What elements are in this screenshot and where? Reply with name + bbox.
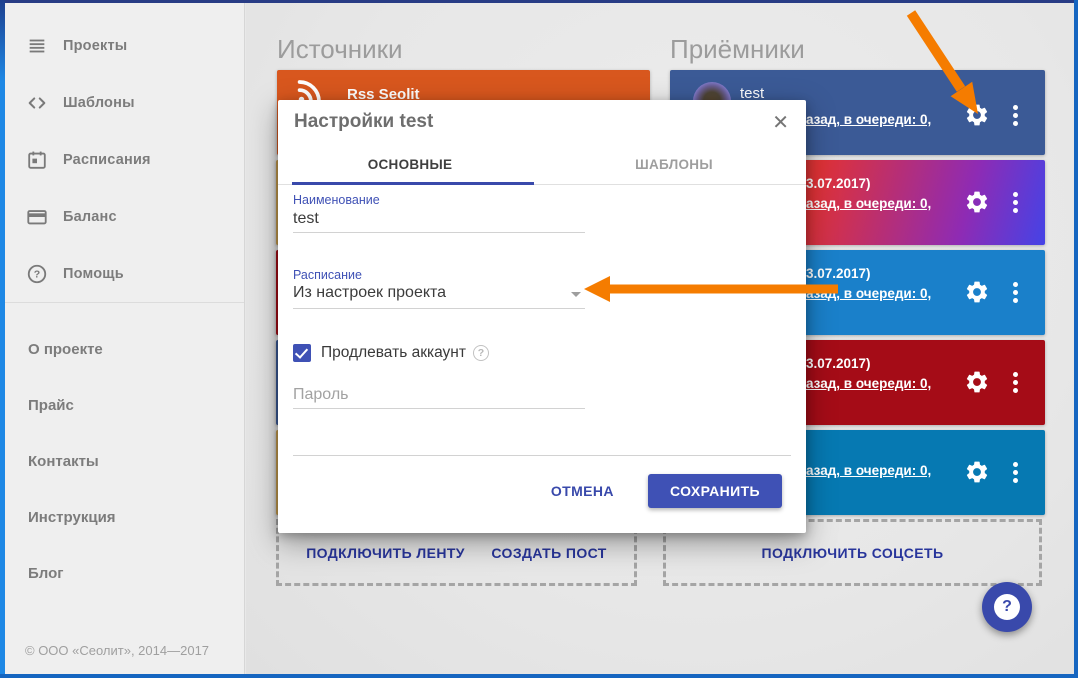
settings-gear-icon[interactable] — [964, 369, 990, 395]
schedule-select[interactable]: Из настроек проекта — [293, 284, 585, 309]
settings-gear-icon[interactable] — [964, 102, 990, 128]
receivers-column-title: Приёмники — [670, 34, 805, 65]
sidebar-item-label: Проекты — [63, 38, 127, 54]
sidebar-item-label: Расписания — [63, 152, 151, 168]
sidebar-item-projects[interactable]: Проекты — [5, 17, 244, 74]
help-fab-button[interactable]: ? — [982, 582, 1032, 632]
settings-dialog: Настройки test ✕ ОСНОВНЫЕ ШАБЛОНЫ Наимен… — [278, 100, 806, 533]
help-icon: ? — [26, 263, 48, 285]
sidebar-link-blog[interactable]: Блог — [5, 545, 244, 601]
settings-gear-icon[interactable] — [964, 189, 990, 215]
cancel-button[interactable]: ОТМЕНА — [547, 475, 618, 507]
dialog-actions: ОТМЕНА СОХРАНИТЬ — [278, 474, 806, 508]
question-mark-icon: ? — [994, 594, 1020, 620]
dialog-tabs: ОСНОВНЫЕ ШАБЛОНЫ — [278, 145, 806, 185]
queue-link[interactable]: азад, в очереди: 0, — [806, 376, 931, 391]
sidebar-link-about[interactable]: О проекте — [5, 321, 244, 377]
connect-social-button[interactable]: ПОДКЛЮЧИТЬ СОЦСЕТЬ — [754, 539, 952, 567]
password-field[interactable] — [293, 386, 585, 409]
queue-link[interactable]: азад, в очереди: 0, — [806, 286, 931, 301]
tab-main[interactable]: ОСНОВНЫЕ — [278, 145, 542, 184]
save-button[interactable]: СОХРАНИТЬ — [648, 474, 782, 508]
more-menu-icon[interactable] — [1009, 462, 1023, 486]
sidebar-link-pricing[interactable]: Прайс — [5, 377, 244, 433]
renew-account-checkbox[interactable] — [293, 344, 311, 362]
window-border-left — [0, 0, 5, 678]
card-icon — [26, 206, 48, 228]
queue-link[interactable]: азад, в очереди: 0, — [806, 112, 931, 127]
more-menu-icon[interactable] — [1009, 105, 1023, 129]
sidebar-links: О проекте Прайс Контакты Инструкция Блог — [5, 303, 244, 601]
sidebar-item-templates[interactable]: Шаблоны — [5, 74, 244, 131]
paid-until-text: 3.07.2017) — [806, 356, 871, 371]
sidebar: Проекты Шаблоны Расписания Баланс ? Помо… — [5, 3, 245, 674]
schedule-field-label: Расписание — [293, 268, 362, 282]
sidebar-item-schedules[interactable]: Расписания — [5, 131, 244, 188]
modal-divider — [293, 455, 791, 456]
calendar-icon — [26, 149, 48, 171]
queue-link[interactable]: азад, в очереди: 0, — [806, 196, 931, 211]
list-icon — [26, 35, 48, 57]
schedule-select-value: Из настроек проекта — [293, 284, 446, 301]
queue-link[interactable]: азад, в очереди: 0, — [806, 463, 931, 478]
name-field[interactable] — [293, 210, 585, 233]
create-post-button[interactable]: СОЗДАТЬ ПОСТ — [483, 539, 614, 567]
window-border-top — [0, 0, 1078, 3]
window-border-bottom — [0, 674, 1078, 678]
svg-text:?: ? — [34, 268, 40, 280]
sources-column-title: Источники — [277, 34, 403, 65]
paid-until-text: 3.07.2017) — [806, 176, 871, 191]
more-menu-icon[interactable] — [1009, 282, 1023, 306]
renew-account-row: Продлевать аккаунт ? — [293, 344, 489, 362]
renew-account-label: Продлевать аккаунт — [321, 344, 466, 362]
more-menu-icon[interactable] — [1009, 372, 1023, 396]
sidebar-link-contacts[interactable]: Контакты — [5, 433, 244, 489]
more-menu-icon[interactable] — [1009, 192, 1023, 216]
window-border-right — [1074, 0, 1078, 678]
tab-templates[interactable]: ШАБЛОНЫ — [542, 145, 806, 184]
sidebar-item-label: Шаблоны — [63, 95, 135, 111]
sidebar-nav: Проекты Шаблоны Расписания Баланс ? Помо… — [5, 3, 244, 303]
sidebar-item-label: Баланс — [63, 209, 117, 225]
copyright-text: © ООО «Сеолит», 2014—2017 — [25, 643, 209, 658]
paid-until-text: 3.07.2017) — [806, 266, 871, 281]
sidebar-link-manual[interactable]: Инструкция — [5, 489, 244, 545]
sidebar-item-balance[interactable]: Баланс — [5, 188, 244, 245]
sidebar-item-label: Помощь — [63, 266, 124, 282]
name-field-label: Наименование — [293, 193, 380, 207]
settings-gear-icon[interactable] — [964, 459, 990, 485]
close-icon[interactable]: ✕ — [772, 113, 789, 133]
chevron-down-icon — [571, 292, 581, 297]
help-tooltip-icon[interactable]: ? — [473, 345, 489, 361]
sidebar-item-help[interactable]: ? Помощь — [5, 245, 244, 302]
connect-feed-button[interactable]: ПОДКЛЮЧИТЬ ЛЕНТУ — [298, 539, 473, 567]
dialog-title: Настройки test — [294, 111, 433, 133]
settings-gear-icon[interactable] — [964, 279, 990, 305]
code-icon — [26, 92, 48, 114]
